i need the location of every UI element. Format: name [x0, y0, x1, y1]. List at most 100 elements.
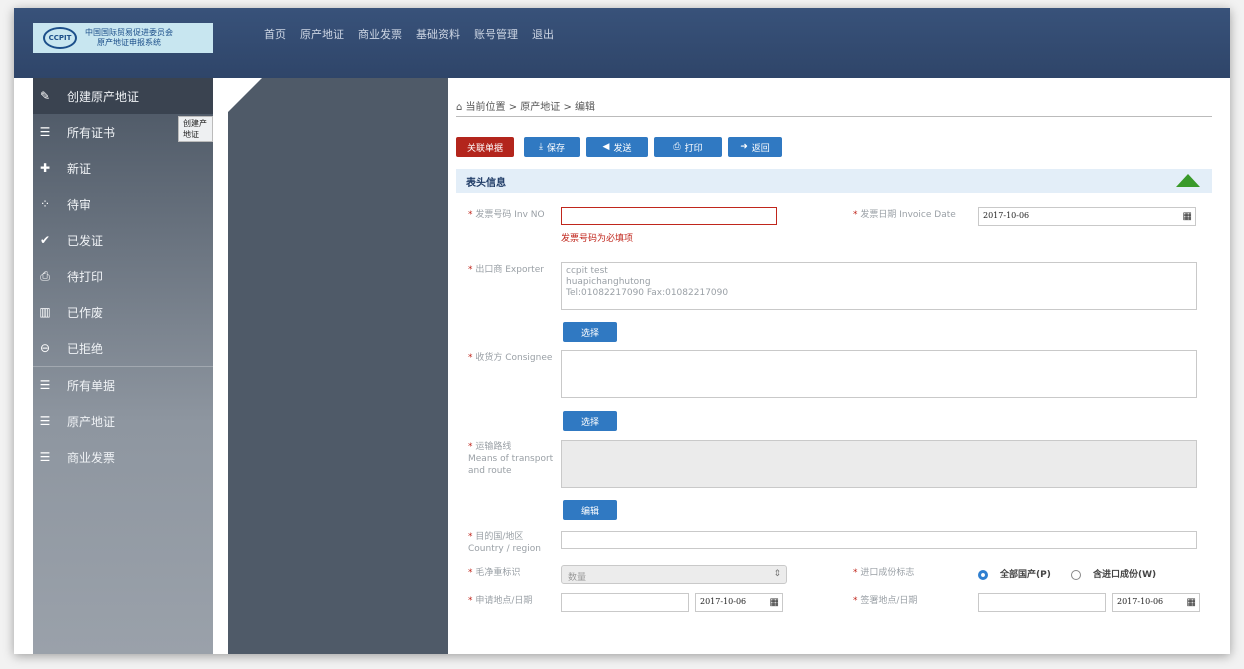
- plus-icon: ✚: [39, 161, 51, 175]
- ccpit-emblem-icon: CCPIT: [43, 27, 77, 49]
- sign-label: * 签署地点/日期: [853, 596, 918, 606]
- inv-no-label: * 发票号码 Inv NO: [468, 210, 545, 220]
- sidebar: ✎ 创建原产地证 ☰ 所有证书 ✚ 新证 ⁘ 待审 ✔ 已发证 ⎙ 待打印 ▥ …: [33, 78, 213, 654]
- select-label: 选择: [580, 417, 599, 428]
- sidebar-item-certificate-of-origin[interactable]: ☰ 原产地证: [33, 403, 213, 439]
- list-icon: ☰: [39, 414, 51, 428]
- exporter-line: ccpit test: [566, 266, 608, 276]
- transport-textarea: [561, 440, 1197, 488]
- sidebar-item-voided[interactable]: ▥ 已作废: [33, 294, 213, 330]
- spinner-icon: ⁘: [39, 197, 51, 211]
- sign-date-value: 2017-10-06: [1117, 597, 1164, 606]
- app-window: CCPIT 中国国际贸易促进委员会 原产地证申报系统 首页 原产地证 商业发票 …: [14, 8, 1230, 654]
- sidebar-item-new[interactable]: ✚ 新证: [33, 150, 213, 186]
- sidebar-item-rejected[interactable]: ⊖ 已拒绝: [33, 330, 213, 366]
- nav-account[interactable]: 账号管理: [474, 26, 518, 42]
- save-button[interactable]: ⤓ 保存: [524, 137, 580, 157]
- arrow-right-icon: ➜: [740, 142, 748, 152]
- country-input[interactable]: [561, 531, 1197, 549]
- printer-icon: ⎙: [40, 268, 50, 283]
- apply-date-value: 2017-10-06: [700, 597, 747, 606]
- logo-line2: 原产地证申报系统: [97, 38, 161, 47]
- minus-circle-icon: ⊖: [39, 341, 51, 355]
- sidebar-item-label: 已拒绝: [67, 341, 104, 356]
- top-navbar: CCPIT 中国国际贸易促进委员会 原产地证申报系统 首页 原产地证 商业发票 …: [14, 8, 1230, 78]
- radio-all-domestic[interactable]: [978, 570, 988, 580]
- nav-invoice[interactable]: 商业发票: [358, 26, 402, 42]
- sidebar-item-label: 新证: [67, 161, 92, 176]
- calendar-icon[interactable]: ▦: [770, 597, 779, 608]
- send-icon: ◀: [602, 142, 610, 152]
- sidebar-item-label: 创建原产地证: [67, 89, 140, 104]
- related-label: 关联单据: [466, 143, 503, 154]
- sidebar-item-label: 商业发票: [67, 450, 116, 465]
- section-title: 表头信息: [466, 177, 506, 189]
- edit-transport-button[interactable]: 编辑: [563, 500, 617, 520]
- exporter-label: * 出口商 Exporter: [468, 265, 544, 275]
- sidebar-gap: [213, 78, 228, 654]
- print-button[interactable]: ⎙ 打印: [654, 137, 722, 157]
- calendar-icon[interactable]: ▦: [1183, 211, 1192, 222]
- weight-select[interactable]: 数量 ⇕: [561, 565, 787, 584]
- breadcrumb: ⌂ 当前位置 > 原产地证 > 编辑: [456, 98, 595, 113]
- radio-all-domestic-label: 全部国产(P): [1000, 570, 1051, 580]
- left-panel: [228, 78, 448, 654]
- consignee-textarea[interactable]: [561, 350, 1197, 398]
- nav-basic-data[interactable]: 基础资料: [416, 26, 460, 42]
- breadcrumb-divider: [456, 116, 1212, 117]
- import-label: * 进口成份标志: [853, 568, 915, 578]
- invoice-date-field[interactable]: 2017-10-06 ▦: [978, 207, 1196, 226]
- nav-certificate[interactable]: 原产地证: [300, 26, 344, 42]
- tooltip: 创建产地证: [178, 116, 213, 142]
- transport-label: * 运输路线 Means of transport and route: [468, 442, 554, 476]
- panel-notch: [228, 78, 262, 112]
- send-button[interactable]: ◀ 发送: [586, 137, 648, 157]
- printer-icon: ⎙: [673, 142, 681, 152]
- logo: CCPIT 中国国际贸易促进委员会 原产地证申报系统: [33, 23, 213, 53]
- select-consignee-button[interactable]: 选择: [563, 411, 617, 431]
- trash-icon: ▥: [39, 305, 51, 319]
- pencil-icon: ✎: [39, 89, 51, 103]
- main-content: ⌂ 当前位置 > 原产地证 > 编辑 关联单据 ⤓ 保存 ◀ 发送 ⎙ 打印 ➜…: [448, 78, 1230, 654]
- inv-no-error: 发票号码为必填项: [561, 234, 634, 244]
- related-documents-button[interactable]: 关联单据: [456, 137, 514, 157]
- select-label: 选择: [580, 328, 599, 339]
- sidebar-item-label: 待打印: [67, 269, 104, 284]
- nav-logout[interactable]: 退出: [532, 26, 554, 42]
- calendar-icon[interactable]: ▦: [1187, 597, 1196, 608]
- country-label: * 目的国/地区 Country / region: [468, 532, 541, 554]
- sidebar-item-all-documents[interactable]: ☰ 所有单据: [33, 367, 213, 403]
- logo-text: 中国国际贸易促进委员会 原产地证申报系统: [85, 28, 173, 48]
- inv-no-input[interactable]: [561, 207, 777, 225]
- sidebar-item-label: 已发证: [67, 233, 104, 248]
- exporter-textarea[interactable]: ccpit test huapichanghutong Tel:01082217…: [561, 262, 1197, 310]
- list-icon: ☰: [39, 125, 51, 139]
- sidebar-item-commercial-invoice[interactable]: ☰ 商业发票: [33, 439, 213, 475]
- back-button[interactable]: ➜ 返回: [728, 137, 782, 157]
- sidebar-item-create-certificate[interactable]: ✎ 创建原产地证: [33, 78, 213, 114]
- nav-home[interactable]: 首页: [264, 26, 286, 42]
- collapse-triangle-icon[interactable]: [1176, 174, 1200, 187]
- sidebar-item-to-print[interactable]: ⎙ 待打印: [33, 258, 213, 294]
- list-icon: ☰: [39, 450, 51, 464]
- weight-label: * 毛净重标识: [468, 568, 521, 578]
- radio-contains-import-label: 含进口成份(W): [1093, 570, 1157, 580]
- consignee-label: * 收货方 Consignee: [468, 353, 553, 363]
- sidebar-item-label: 已作废: [67, 305, 104, 320]
- sidebar-item-issued[interactable]: ✔ 已发证: [33, 222, 213, 258]
- radio-contains-import[interactable]: [1071, 570, 1081, 580]
- save-label: 保存: [546, 143, 565, 154]
- sidebar-item-pending[interactable]: ⁘ 待审: [33, 186, 213, 222]
- invoice-date-label: * 发票日期 Invoice Date: [853, 210, 956, 220]
- apply-label: * 申请地点/日期: [468, 596, 533, 606]
- sign-place-input[interactable]: [978, 593, 1106, 612]
- logo-line1: 中国国际贸易促进委员会: [85, 28, 173, 37]
- sign-date-field[interactable]: 2017-10-06 ▦: [1112, 593, 1200, 612]
- exporter-line: Tel:01082217090 Fax:01082217090: [566, 288, 729, 298]
- main-nav: 首页 原产地证 商业发票 基础资料 账号管理 退出: [264, 26, 568, 42]
- apply-date-field[interactable]: 2017-10-06 ▦: [695, 593, 783, 612]
- apply-place-input[interactable]: [561, 593, 689, 612]
- back-label: 返回: [751, 143, 770, 154]
- select-exporter-button[interactable]: 选择: [563, 322, 617, 342]
- sidebar-item-label: 所有单据: [67, 378, 116, 393]
